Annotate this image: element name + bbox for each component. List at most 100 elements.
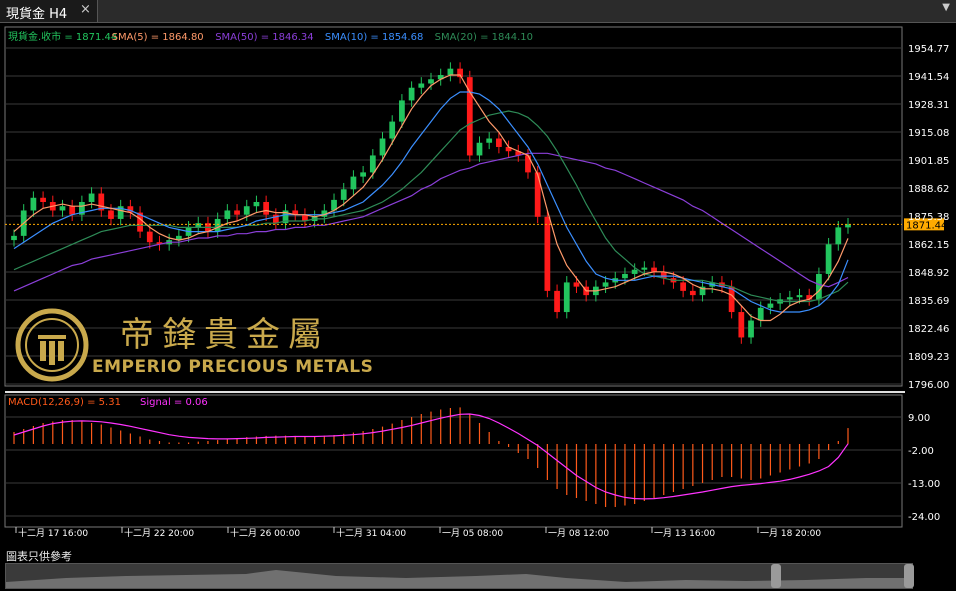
legend-main: 現貨金.收市 = 1871.44SMA(5) = 1864.80 SMA(50) … — [8, 30, 533, 43]
logo-chinese: 帝鋒貴金屬 — [120, 315, 330, 355]
candle-body — [234, 210, 240, 215]
y-tick-label: 1809.23 — [908, 352, 949, 363]
candle-body — [825, 244, 832, 274]
y-tick-label: 1875.38 — [908, 212, 949, 223]
moving-average-lines: 1871.44 — [5, 74, 947, 322]
candle-body — [525, 155, 531, 173]
y-tick-label: 1915.08 — [908, 128, 949, 139]
candle-body — [757, 307, 764, 321]
candle-body — [399, 100, 405, 122]
candle-body — [428, 79, 434, 84]
x-tick-label: 十二月 31 04:00 — [336, 527, 406, 539]
candle-body — [253, 202, 260, 207]
candle-body — [418, 83, 425, 88]
candle-body — [350, 176, 357, 190]
candle-body — [30, 197, 37, 211]
candle-body — [263, 202, 270, 215]
candle-body — [641, 267, 648, 270]
candle-body — [195, 223, 202, 228]
y-tick-label: 1954.77 — [908, 44, 949, 55]
candle-body — [408, 87, 415, 101]
disclaimer-text: 圖表只供參考 — [6, 550, 72, 563]
y-tick-label: 1848.92 — [908, 268, 949, 279]
candle-body — [738, 312, 745, 338]
y-tick-label: 1796.00 — [908, 380, 949, 391]
y-tick-label: 1822.46 — [908, 324, 949, 335]
logo-emblem-icon — [15, 308, 89, 382]
candle-body — [631, 269, 638, 274]
y-tick-label: 1928.31 — [908, 100, 949, 111]
candle-body — [680, 282, 687, 291]
candle-body — [748, 320, 754, 338]
candle-body — [360, 172, 366, 177]
candle-body — [40, 197, 46, 203]
y-tick-label: 1888.62 — [908, 184, 949, 195]
candle-body — [544, 216, 551, 291]
close-icon[interactable]: × — [80, 2, 91, 17]
candle-body — [108, 210, 114, 219]
window-titlebar: 現貨金 H4 × ▼ — [0, 0, 956, 23]
scrollbar-thumb[interactable] — [771, 564, 781, 588]
candle-body — [214, 218, 221, 232]
chart-tab-title: 現貨金 H4 — [6, 7, 68, 22]
chevron-down-icon[interactable]: ▼ — [942, 2, 950, 13]
x-tick-label: 十二月 22 20:00 — [124, 527, 194, 539]
candle-body — [602, 282, 609, 287]
candle-body — [486, 138, 493, 143]
candle-body — [340, 189, 347, 200]
candle-body — [11, 235, 17, 241]
candle-body — [379, 138, 386, 156]
chart-tab[interactable]: 現貨金 H4 × — [0, 0, 98, 22]
candle-body — [496, 138, 502, 147]
candle-body — [88, 193, 95, 203]
macd-layer — [13, 407, 849, 507]
price-chart: 1871.44 1954.77 1941.54 1928.31 1915.08 1901… — [4, 26, 949, 539]
legend-item: SMA(50) = 1846.34 — [215, 32, 313, 43]
candle-body — [563, 282, 570, 313]
y-tick-label: 1941.54 — [908, 72, 949, 83]
sma10-line — [13, 91, 849, 313]
x-tick-label: 一月 18 20:00 — [760, 528, 821, 539]
logo: 帝鋒貴金屬 EMPERIO PRECIOUS METALS — [14, 305, 394, 385]
scrollbar-end-handle[interactable] — [904, 564, 914, 588]
candle-body — [554, 290, 560, 313]
candle-body — [796, 295, 803, 298]
candle-body — [573, 282, 580, 287]
x-tick-label: 十二月 26 00:00 — [230, 527, 300, 539]
candle-body — [816, 273, 822, 300]
legend-item: SMA(5) = 1864.80 — [112, 32, 204, 43]
candle-body — [224, 210, 231, 219]
legend-item: SMA(10) = 1854.68 — [325, 32, 423, 43]
x-tick-label: 一月 05 08:00 — [442, 528, 503, 539]
x-tick-label: 十二月 17 16:00 — [18, 527, 88, 539]
macd-legend-item: MACD(12,26,9) = 5.31 — [8, 397, 121, 408]
legend-macd: MACD(12,26,9) = 5.31 Signal = 0.06 — [8, 397, 208, 408]
y-tick-label: 1901.85 — [908, 156, 949, 167]
x-tick-label: 一月 13 16:00 — [654, 528, 715, 539]
macd-tick-label: 9.00 — [908, 413, 930, 424]
candle-body — [69, 206, 76, 215]
candle-body — [146, 231, 153, 243]
candle-body — [369, 155, 376, 173]
legend-item: 現貨金.收市 = 1871.44 — [8, 30, 117, 43]
logo-english: EMPERIO PRECIOUS METALS — [92, 357, 374, 377]
x-tick-label: 一月 08 12:00 — [548, 528, 609, 539]
macd-legend-item: Signal = 0.06 — [140, 397, 208, 408]
candle-body — [767, 303, 774, 308]
macd-tick-label: -13.00 — [908, 479, 940, 490]
horizontal-scrollbar[interactable] — [5, 563, 914, 589]
legend-item: SMA(20) = 1844.10 — [435, 32, 533, 43]
y-tick-label: 1862.15 — [908, 240, 949, 251]
candles — [11, 62, 851, 344]
y-tick-label: 1835.69 — [908, 296, 949, 307]
sma20-line — [13, 110, 849, 303]
candle-body — [622, 273, 628, 279]
candle-body — [447, 68, 454, 76]
candle-body — [534, 172, 541, 217]
candle-body — [389, 121, 396, 139]
candle-body — [59, 206, 66, 211]
candle-body — [689, 290, 696, 296]
candle-body — [786, 297, 793, 300]
macd-grid — [5, 416, 902, 517]
macd-tick-label: -2.00 — [908, 446, 934, 457]
